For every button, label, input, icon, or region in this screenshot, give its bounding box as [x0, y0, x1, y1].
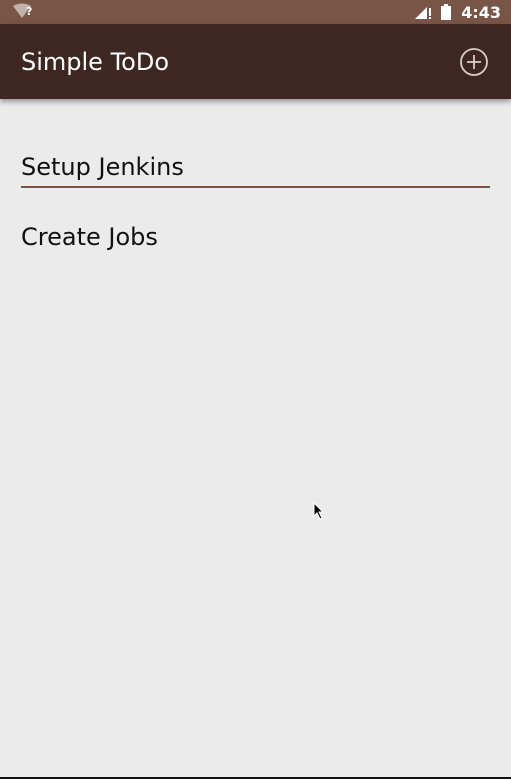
battery-icon	[441, 4, 452, 20]
mouse-cursor-icon	[313, 502, 325, 520]
status-bar: ? 4:43	[0, 0, 511, 24]
signal-icon	[415, 7, 432, 19]
todo-list: Setup Jenkins Create Jobs	[21, 150, 490, 254]
clock: 4:43	[461, 2, 501, 22]
add-todo-button[interactable]	[459, 47, 489, 77]
add-circle-icon	[460, 48, 488, 76]
app-bar: Simple ToDo	[0, 24, 511, 99]
todo-item-edit-field[interactable]: Setup Jenkins	[21, 150, 490, 188]
wifi-unknown-indicator: ?	[26, 5, 33, 18]
todo-item[interactable]: Create Jobs	[21, 220, 490, 254]
app-title: Simple ToDo	[21, 48, 170, 76]
status-right: 4:43	[413, 0, 501, 24]
status-left: ?	[12, 3, 32, 19]
